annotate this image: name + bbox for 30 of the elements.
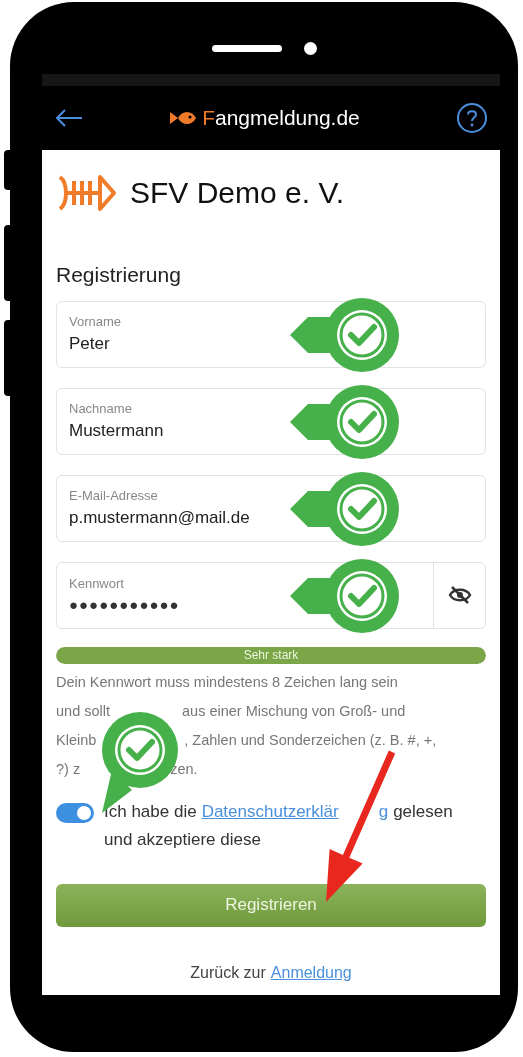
field-value: ●●●●●●●●●●● <box>69 594 181 615</box>
camera-icon <box>303 41 317 55</box>
consent-text: gelesen <box>393 800 453 823</box>
fish-logo-icon <box>170 110 197 126</box>
strength-label: Sehr stark <box>242 647 300 664</box>
help-icon[interactable] <box>456 102 488 134</box>
field-value: Mustermann <box>69 420 165 442</box>
hint-text: ?) z <box>56 759 81 779</box>
footer-text: Zurück zur <box>190 962 266 983</box>
side-button[interactable] <box>4 150 10 190</box>
app-title: Fangmeldung.de <box>202 105 360 132</box>
consent-text: und akzeptiere diese <box>104 828 262 851</box>
field-label: Kennwort <box>69 575 125 593</box>
field-label: Nachname <box>69 399 133 418</box>
hint-text: Dein Kennwort muss mindestens 8 Zeichen lang sein <box>56 672 398 692</box>
back-arrow-icon[interactable] <box>54 108 84 128</box>
club-name: SFV Demo e. V. <box>130 175 344 211</box>
hint-text: und sollt <box>56 701 110 721</box>
hint-text: Kleinb <box>56 730 97 750</box>
field-value: Peter <box>69 333 111 355</box>
hint-text: zen. <box>170 759 198 779</box>
field-label: E-Mail-Adresse <box>69 486 159 505</box>
eye-off-icon[interactable] <box>447 585 472 605</box>
speaker-icon <box>211 44 282 52</box>
field-label: Vorname <box>69 312 123 331</box>
form-title: Registrierung <box>56 262 182 288</box>
hint-text: , Zahlen und Sonderzeichen (z. B. #, +, <box>184 730 437 750</box>
toggle-switch[interactable] <box>56 802 94 823</box>
hint-text: aus einer Mischung von Groß- und <box>182 701 406 721</box>
field-value: p.mustermann@mail.de <box>69 507 251 529</box>
